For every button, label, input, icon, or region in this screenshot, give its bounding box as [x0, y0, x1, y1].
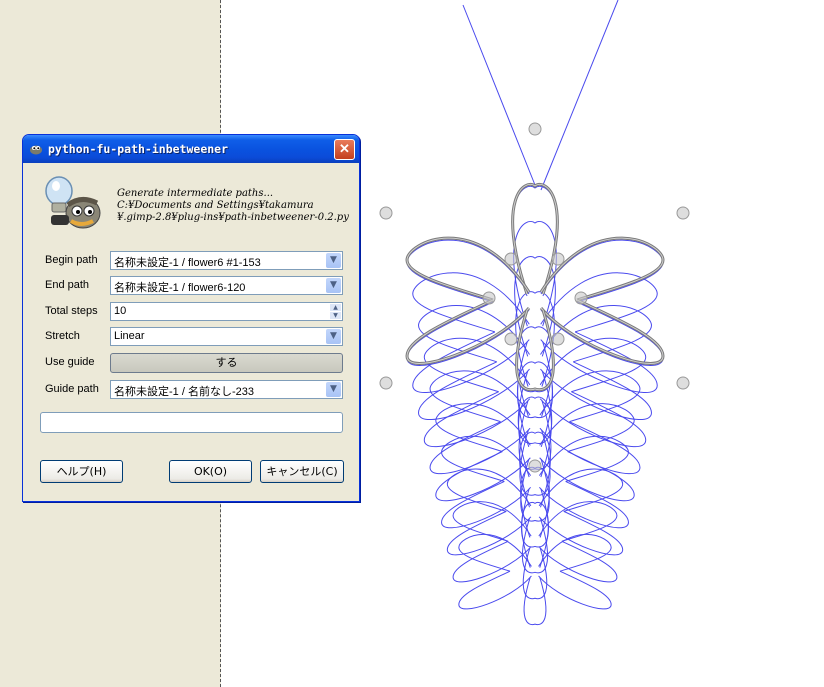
- guide-line-left: [462, 4, 536, 186]
- plugin-description: Generate intermediate paths... C:¥Docume…: [117, 188, 349, 224]
- chevron-down-icon[interactable]: ▼: [326, 253, 341, 268]
- inbetween-path: [429, 370, 531, 423]
- anchor-handle[interactable]: [551, 252, 565, 266]
- guide-path-select[interactable]: 名称未設定-1 / 名前なし-233 ▼: [110, 380, 343, 399]
- total-steps-row: Total steps 10 ▲ ▼: [45, 302, 345, 322]
- total-steps-value: 10: [114, 305, 127, 317]
- guide-path-value: 名称未設定-1 / 名前なし-233: [114, 386, 254, 398]
- inbetween-path: [435, 451, 531, 502]
- close-button[interactable]: ✕: [334, 139, 355, 160]
- anchor-handle[interactable]: [551, 332, 565, 346]
- begin-path-label: Begin path: [45, 254, 98, 266]
- plugin-header: Generate intermediate paths... C:¥Docume…: [41, 175, 351, 235]
- chevron-down-icon[interactable]: ▼: [326, 382, 341, 397]
- inbetween-path: [538, 468, 624, 512]
- begin-path-stroke: [405, 236, 531, 302]
- begin-path-row: Begin path 名称未設定-1 / flower6 #1-153 ▼: [45, 251, 345, 271]
- inbetween-path: [429, 421, 531, 475]
- inbetween-path: [458, 570, 532, 610]
- inbetween-path: [538, 540, 618, 583]
- spin-updown-icon[interactable]: ▲ ▼: [330, 304, 341, 319]
- gimp-lightbulb-icon: [45, 176, 101, 229]
- anchor-handle[interactable]: [379, 376, 393, 390]
- chevron-down-icon[interactable]: ▼: [326, 278, 341, 293]
- inbetweener-dialog: python-fu-path-inbetweener ✕ Generate in…: [22, 134, 360, 502]
- anchor-handle[interactable]: [574, 291, 588, 305]
- spin-down-icon[interactable]: ▼: [330, 312, 341, 319]
- end-path-row: End path 名称未設定-1 / flower6-120 ▼: [45, 276, 345, 296]
- description-line: C:¥Documents and Settings¥takamura: [117, 200, 314, 211]
- anchor-handle[interactable]: [482, 291, 496, 305]
- end-path-label: End path: [45, 279, 90, 291]
- begin-path-select[interactable]: 名称未設定-1 / flower6 #1-153 ▼: [110, 251, 343, 270]
- anchor-handle[interactable]: [676, 376, 690, 390]
- stretch-row: Stretch Linear ▼: [45, 327, 345, 347]
- chevron-down-icon[interactable]: ▼: [326, 329, 341, 344]
- dialog-title: python-fu-path-inbetweener: [48, 142, 229, 156]
- inbetween-path: [538, 510, 624, 556]
- anchor-handle[interactable]: [379, 206, 393, 220]
- begin-path-stroke: [539, 236, 665, 302]
- guide-path-row: Guide path 名称未設定-1 / 名前なし-233 ▼: [45, 380, 345, 400]
- inbetween-path: [539, 421, 641, 475]
- stretch-value: Linear: [114, 330, 145, 342]
- help-button[interactable]: ヘルプ(H): [40, 460, 123, 483]
- progress-bar: [40, 412, 343, 433]
- inbetween-path: [446, 468, 532, 512]
- inbetween-path: [523, 576, 547, 626]
- end-path-select[interactable]: 名称未設定-1 / flower6-120 ▼: [110, 276, 343, 295]
- guide-line-right: [540, 0, 619, 191]
- dialog-titlebar[interactable]: python-fu-path-inbetweener ✕: [23, 135, 359, 163]
- stretch-label: Stretch: [45, 330, 80, 342]
- inbetween-path: [539, 451, 635, 502]
- guide-path-label: Guide path: [45, 383, 99, 395]
- use-guide-label: Use guide: [45, 356, 95, 368]
- gimp-wilber-icon: [30, 145, 42, 155]
- description-line: ¥.gimp-2.8¥plug-ins¥path-inbetweener-0.2…: [117, 212, 349, 223]
- description-line: Generate intermediate paths...: [117, 188, 274, 199]
- anchor-handle[interactable]: [676, 206, 690, 220]
- cancel-button[interactable]: キャンセル(C): [260, 460, 344, 483]
- inbetween-path: [540, 361, 652, 421]
- anchor-handle[interactable]: [528, 459, 542, 473]
- stretch-select[interactable]: Linear ▼: [110, 327, 343, 346]
- anchor-handle[interactable]: [528, 122, 542, 136]
- use-guide-row: Use guide する: [45, 353, 345, 373]
- total-steps-spinner[interactable]: 10 ▲ ▼: [110, 302, 343, 321]
- inbetween-path: [452, 540, 532, 583]
- inbetween-path: [446, 510, 532, 556]
- anchor-handle[interactable]: [504, 252, 518, 266]
- anchor-handle[interactable]: [504, 332, 518, 346]
- inbetween-path: [538, 570, 612, 610]
- spin-up-icon[interactable]: ▲: [330, 304, 341, 311]
- end-path-value: 名称未設定-1 / flower6-120: [114, 282, 246, 294]
- intermediate-paths: [406, 185, 664, 626]
- ok-button[interactable]: OK(O): [169, 460, 252, 483]
- total-steps-label: Total steps: [45, 305, 98, 317]
- begin-path-value: 名称未設定-1 / flower6 #1-153: [114, 257, 261, 269]
- inbetween-path: [418, 361, 530, 421]
- inbetween-path: [517, 370, 553, 444]
- begin-path-stroke: [515, 309, 555, 392]
- use-guide-toggle[interactable]: する: [110, 353, 343, 373]
- inbetween-path: [539, 370, 641, 423]
